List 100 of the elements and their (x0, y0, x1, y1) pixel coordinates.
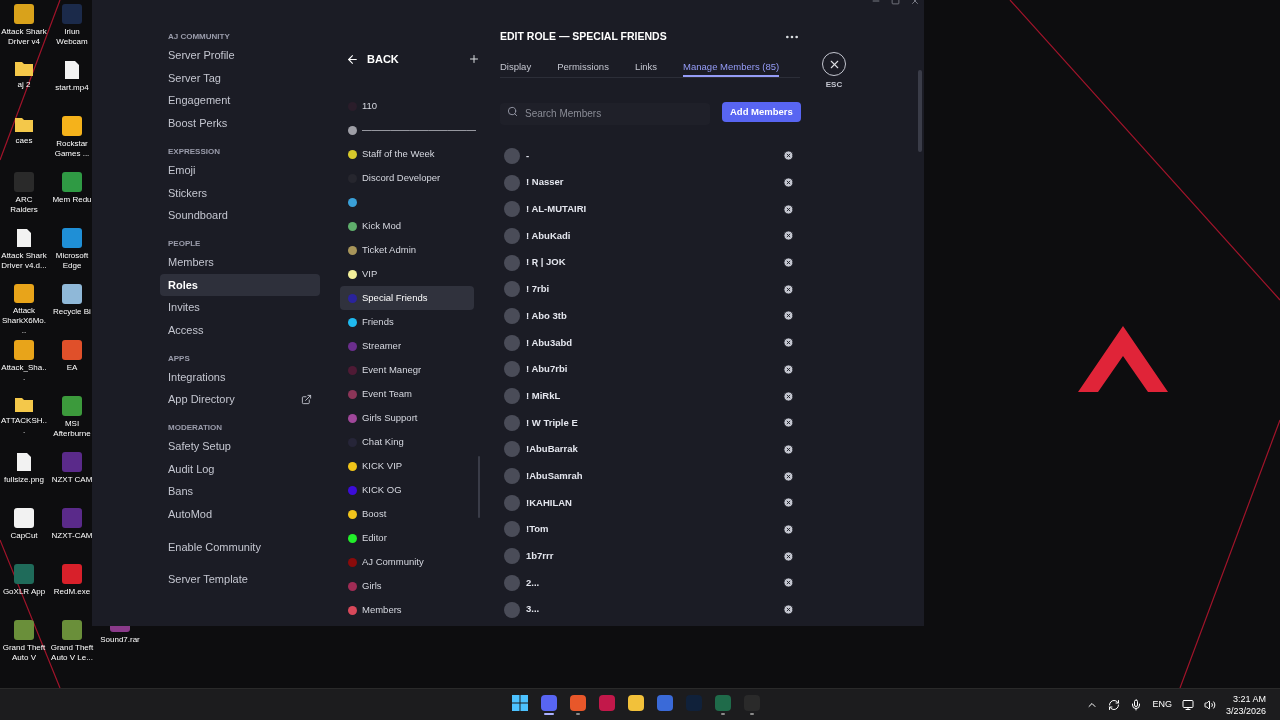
desktop-icon-label[interactable]: Sound7.rar (97, 635, 143, 645)
sidebar-item[interactable]: Integrations (160, 365, 320, 389)
desktop-icon-label[interactable]: CapCut (1, 531, 47, 541)
app-icon[interactable] (628, 694, 644, 711)
sidebar-item[interactable]: AutoMod (160, 503, 320, 526)
sidebar-item[interactable]: Invites (160, 296, 320, 319)
sidebar-item[interactable]: App Directory (160, 388, 320, 411)
remove-member-icon[interactable] (783, 310, 794, 322)
add-role-icon[interactable] (468, 53, 480, 65)
desktop-icon-label[interactable]: Iriun Webcam (49, 27, 95, 47)
desktop-icon-label[interactable]: fullsize.png (1, 475, 47, 485)
desktop-icon-label[interactable]: Attack Shark Driver v4.d... (1, 251, 47, 271)
role-item[interactable]: ———————————— (340, 118, 474, 142)
desktop-icon-label[interactable]: MSI Afterburne (49, 419, 95, 439)
sync-icon[interactable] (1108, 698, 1121, 711)
remove-member-icon[interactable] (783, 177, 794, 189)
desktop-icon-label[interactable]: Attack_Sha... (1, 363, 47, 383)
remove-member-icon[interactable] (783, 283, 794, 295)
role-item[interactable]: Boost (340, 502, 474, 526)
microphone-icon[interactable] (1130, 698, 1143, 711)
add-members-button[interactable]: Add Members (722, 102, 801, 123)
sidebar-item[interactable]: Server Tag (160, 66, 320, 90)
scrollbar[interactable] (478, 456, 480, 518)
windows-logo-icon[interactable] (512, 694, 528, 711)
role-item[interactable]: Girls Support (340, 406, 474, 430)
role-item[interactable]: Girls (340, 574, 474, 598)
remove-member-icon[interactable] (783, 604, 794, 616)
remove-member-icon[interactable] (783, 337, 794, 349)
desktop-icon-label[interactable]: Attack Shark Driver v4 (1, 27, 47, 47)
tab[interactable]: Display (500, 59, 532, 77)
sidebar-item[interactable]: Boost Perks (160, 112, 320, 135)
sidebar-item[interactable]: Server Profile (160, 44, 320, 67)
sidebar-item[interactable]: Enable Community (160, 535, 320, 559)
scrollbar[interactable] (918, 70, 922, 152)
app-icon[interactable] (570, 694, 586, 711)
remove-member-icon[interactable] (783, 150, 794, 162)
role-item[interactable]: Streamer (340, 334, 474, 358)
remove-member-icon[interactable] (783, 497, 794, 509)
role-item[interactable]: AJ Community (340, 550, 474, 574)
desktop-icon-label[interactable]: Grand Theft Auto V Le... (49, 643, 95, 663)
role-item[interactable]: Staff of the Week (340, 142, 474, 166)
sidebar-item[interactable]: Members (160, 250, 320, 274)
sidebar-item[interactable]: Server Template (160, 568, 320, 592)
desktop-icon-label[interactable]: Attack SharkX6Mo... (1, 306, 47, 336)
sidebar-item[interactable]: Engagement (160, 89, 320, 113)
sidebar-item[interactable]: Stickers (160, 181, 320, 205)
desktop-icon-label[interactable]: Grand Theft Auto V (1, 643, 47, 663)
tab[interactable]: Manage Members (85) (683, 59, 780, 77)
desktop-icon-label[interactable]: EA (49, 363, 95, 373)
clock-time[interactable]: 3:21 AM (1232, 692, 1266, 705)
desktop-icon-label[interactable]: ATTACKSH... (1, 416, 47, 436)
sidebar-item[interactable]: Roles (160, 273, 320, 297)
desktop-icon-label[interactable]: Rockstar Games ... (49, 139, 95, 159)
desktop-icon-label[interactable]: start.mp4 (49, 83, 95, 93)
sidebar-item[interactable]: Audit Log (160, 457, 320, 481)
remove-member-icon[interactable] (783, 230, 794, 242)
desktop-icon-label[interactable]: Mem Redu (49, 195, 95, 205)
remove-member-icon[interactable] (783, 470, 794, 482)
desktop-icon-label[interactable]: RedM.exe (49, 587, 95, 597)
desktop-icon-label[interactable]: GoXLR App (1, 587, 47, 597)
desktop-icon-label[interactable]: Recycle Bi (49, 307, 95, 317)
desktop-icon-label[interactable]: Microsoft Edge (49, 251, 95, 271)
clock-date[interactable]: 3/23/2026 (1225, 704, 1266, 717)
role-item[interactable]: Ticket Admin (340, 238, 474, 262)
desktop-icon-label[interactable]: caes (1, 136, 47, 146)
role-item[interactable]: Event Team (340, 382, 474, 406)
role-item[interactable]: Special Friends (340, 286, 474, 310)
remove-member-icon[interactable] (783, 550, 794, 562)
sidebar-item[interactable]: Emoji (160, 158, 320, 182)
remove-member-icon[interactable] (783, 390, 794, 402)
role-item[interactable]: Kick Mod (340, 214, 474, 238)
role-item[interactable]: Discord Developer (340, 166, 474, 190)
network-icon[interactable] (1181, 698, 1194, 711)
search-field[interactable]: Search Members (500, 102, 710, 125)
sidebar-item[interactable]: Soundboard (160, 204, 320, 227)
volume-icon[interactable] (1203, 698, 1216, 711)
sidebar-item[interactable]: Safety Setup (160, 434, 320, 458)
role-item[interactable]: VIP (340, 262, 474, 286)
role-item[interactable]: KICK VIP (340, 454, 474, 478)
role-item[interactable]: KICK OG (340, 478, 474, 502)
back-button[interactable]: BACK (346, 50, 399, 68)
remove-member-icon[interactable] (783, 257, 794, 269)
remove-member-icon[interactable] (783, 417, 794, 429)
sidebar-item[interactable]: Access (160, 318, 320, 342)
language-indicator[interactable]: ENG (1152, 697, 1172, 712)
remove-member-icon[interactable] (783, 577, 794, 589)
desktop-icon-label[interactable]: NZXT CAM (49, 475, 95, 485)
role-item[interactable]: Friends (340, 310, 474, 334)
role-item[interactable]: Members (340, 598, 474, 622)
desktop-icon-label[interactable]: aj 2 (1, 80, 47, 90)
tab[interactable]: Permissions (557, 59, 609, 77)
sidebar-item[interactable]: Bans (160, 480, 320, 503)
role-item[interactable]: 110 (340, 94, 474, 118)
remove-member-icon[interactable] (783, 443, 794, 455)
role-item[interactable]: Editor (340, 526, 474, 550)
remove-member-icon[interactable] (783, 523, 794, 535)
role-item[interactable]: Event Manegr (340, 358, 474, 382)
remove-member-icon[interactable] (783, 203, 794, 215)
desktop-icon-label[interactable]: ARC Raiders (1, 195, 47, 215)
role-item[interactable]: Chat King (340, 430, 474, 454)
